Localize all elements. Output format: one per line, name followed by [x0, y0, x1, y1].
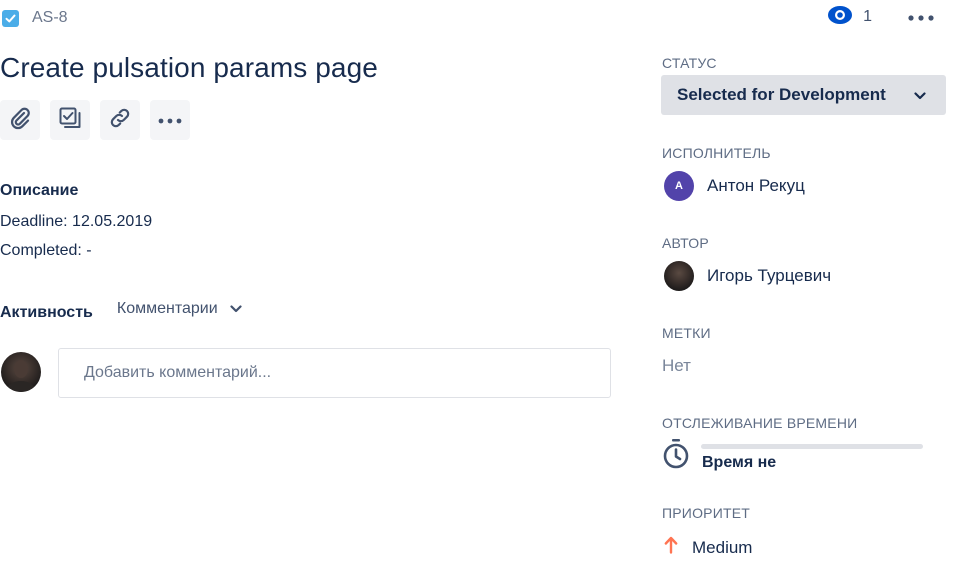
- comment-input[interactable]: [58, 348, 611, 398]
- time-tracking-field[interactable]: Время не: [662, 438, 924, 478]
- attach-button[interactable]: [0, 100, 40, 140]
- labels-field[interactable]: Нет: [662, 356, 691, 376]
- reporter-name: Игорь Турцевич: [707, 266, 832, 285]
- activity-heading: Активность: [0, 304, 93, 321]
- activity-filter-label: Комментарии: [116, 300, 218, 317]
- status-label: СТАТУС: [662, 55, 717, 71]
- chevron-down-icon: [230, 300, 242, 318]
- labels-label: МЕТКИ: [662, 325, 711, 341]
- arrow-up-icon: [664, 536, 678, 559]
- priority-value: Medium: [692, 537, 753, 557]
- description-line[interactable]: Deadline: 12.05.2019: [0, 213, 152, 231]
- watchers-count: 1: [863, 8, 872, 25]
- status-value: Selected for Development: [677, 85, 886, 104]
- reporter-label: АВТОР: [662, 235, 709, 251]
- reporter-field[interactable]: Игорь Турцевич: [664, 261, 831, 291]
- description-line[interactable]: Completed: -: [0, 242, 92, 260]
- assignee-avatar: A: [664, 171, 694, 201]
- link-icon: [108, 106, 132, 135]
- issue-title[interactable]: Create pulsation params page: [0, 52, 378, 84]
- breadcrumb[interactable]: AS-8: [2, 8, 68, 28]
- checkbox-task-icon: [2, 9, 19, 27]
- issue-toolbar: [0, 100, 190, 140]
- activity-filter-dropdown[interactable]: Комментарии: [117, 300, 242, 318]
- eye-icon: [827, 5, 853, 30]
- activity-header: Активность Комментарии: [0, 300, 242, 321]
- watch-button[interactable]: 1: [827, 5, 872, 30]
- time-tracking-text: Время не: [702, 454, 777, 471]
- avatar: [1, 352, 41, 392]
- description-heading: Описание: [0, 182, 79, 199]
- assignee-label: ИСПОЛНИТЕЛЬ: [662, 145, 771, 161]
- time-tracking-bar: [701, 444, 923, 449]
- more-toolbar-button[interactable]: [150, 100, 190, 140]
- link-button[interactable]: [100, 100, 140, 140]
- subtask-button[interactable]: [50, 100, 90, 140]
- issue-key-link[interactable]: AS-8: [32, 9, 68, 27]
- paperclip-icon: [9, 106, 31, 135]
- subtask-icon: [58, 106, 82, 135]
- assignee-field[interactable]: A Антон Рекуц: [664, 171, 805, 201]
- assignee-name: Антон Рекуц: [707, 176, 805, 195]
- status-dropdown[interactable]: Selected for Development: [661, 75, 946, 115]
- issue-view: AS-8 1 Create pulsation params page Опис…: [0, 0, 960, 587]
- stopwatch-icon: [662, 438, 690, 475]
- priority-label: ПРИОРИТЕТ: [662, 505, 750, 521]
- time-tracking-label: ОТСЛЕЖИВАНИЕ ВРЕМЕНИ: [662, 415, 858, 431]
- reporter-avatar: [664, 261, 694, 291]
- chevron-down-icon: [914, 85, 926, 105]
- priority-field[interactable]: Medium: [664, 536, 752, 559]
- more-icon: [908, 8, 934, 26]
- more-icon: [158, 111, 182, 129]
- header-actions: 1: [827, 5, 934, 29]
- more-actions-button[interactable]: [908, 5, 934, 29]
